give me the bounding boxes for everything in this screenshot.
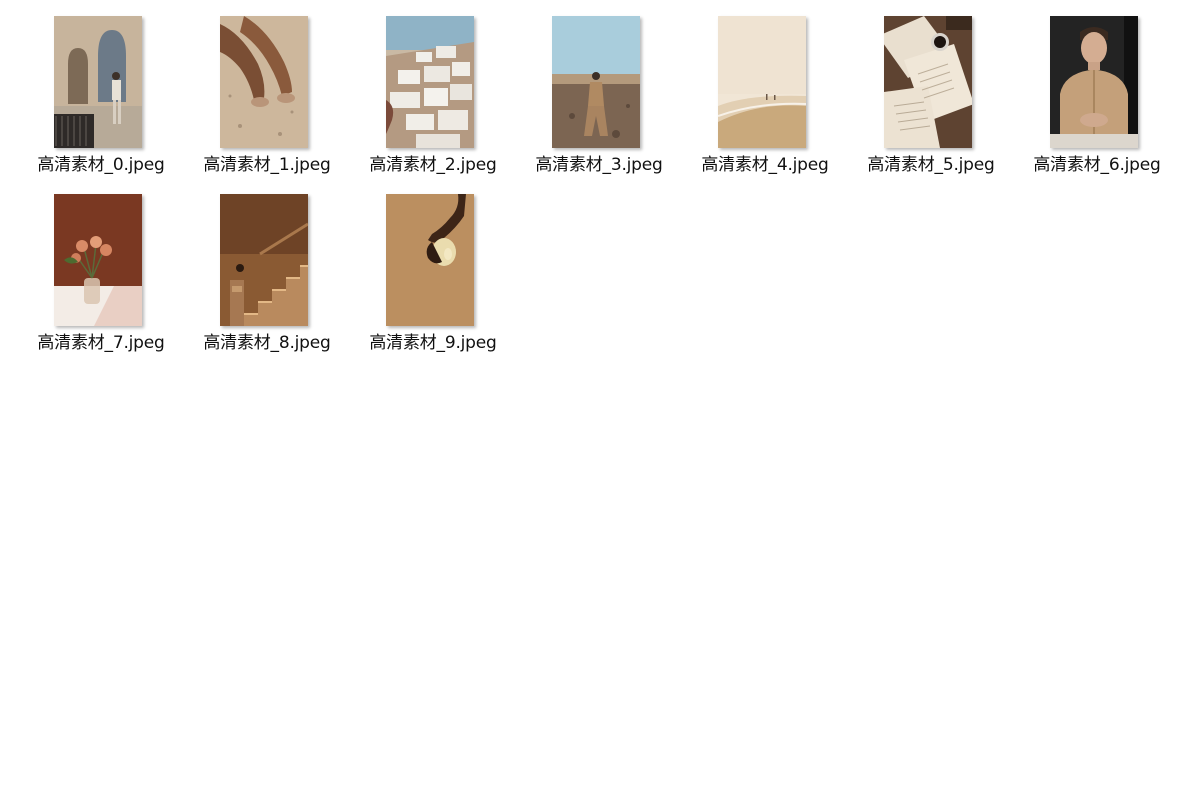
file-item[interactable]: 高清素材_2.jpeg (350, 12, 516, 190)
file-item[interactable]: 高清素材_0.jpeg (18, 12, 184, 190)
white-hillside-village-photo (386, 16, 474, 148)
file-name: 高清素材_9.jpeg (369, 333, 497, 353)
file-name: 高清素材_4.jpeg (701, 155, 829, 175)
file-item[interactable]: 高清素材_6.jpeg (1014, 12, 1180, 190)
image-thumbnail (884, 16, 972, 148)
image-thumbnail (718, 16, 806, 148)
file-item[interactable]: 高清素材_4.jpeg (682, 12, 848, 190)
open-books-coffee-photo (884, 16, 972, 148)
man-beige-jacket-portrait-photo (1050, 16, 1138, 148)
roses-in-vase-photo (54, 194, 142, 326)
image-thumbnail (54, 194, 142, 326)
file-name: 高清素材_2.jpeg (369, 155, 497, 175)
image-thumbnail (220, 194, 308, 326)
file-item[interactable]: 高清素材_8.jpeg (184, 190, 350, 368)
image-thumbnail (386, 194, 474, 326)
file-item[interactable]: 高清素材_7.jpeg (18, 190, 184, 368)
file-item[interactable]: 高清素材_3.jpeg (516, 12, 682, 190)
file-item[interactable]: 高清素材_5.jpeg (848, 12, 1014, 190)
image-thumbnail (1050, 16, 1138, 148)
file-grid: 高清素材_0.jpeg 高清素材_1.jpeg 高清素材_2.jpeg 高清素材… (18, 12, 1184, 368)
street-building-man-photo (54, 16, 142, 148)
image-thumbnail (386, 16, 474, 148)
image-thumbnail (220, 16, 308, 148)
misty-beach-photo (718, 16, 806, 148)
image-thumbnail (552, 16, 640, 148)
file-name: 高清素材_0.jpeg (37, 155, 165, 175)
file-name: 高清素材_3.jpeg (535, 155, 663, 175)
hand-holding-fruit-photo (386, 194, 474, 326)
image-thumbnail (54, 16, 142, 148)
file-item[interactable]: 高清素材_1.jpeg (184, 12, 350, 190)
legs-on-sand-photo (220, 16, 308, 148)
file-name: 高清素材_1.jpeg (203, 155, 331, 175)
file-item[interactable]: 高清素材_9.jpeg (350, 190, 516, 368)
file-name: 高清素材_8.jpeg (203, 333, 331, 353)
man-in-desert-photo (552, 16, 640, 148)
file-name: 高清素材_7.jpeg (37, 333, 165, 353)
file-name: 高清素材_5.jpeg (867, 155, 995, 175)
file-name: 高清素材_6.jpeg (1033, 155, 1161, 175)
stone-staircase-photo (220, 194, 308, 326)
